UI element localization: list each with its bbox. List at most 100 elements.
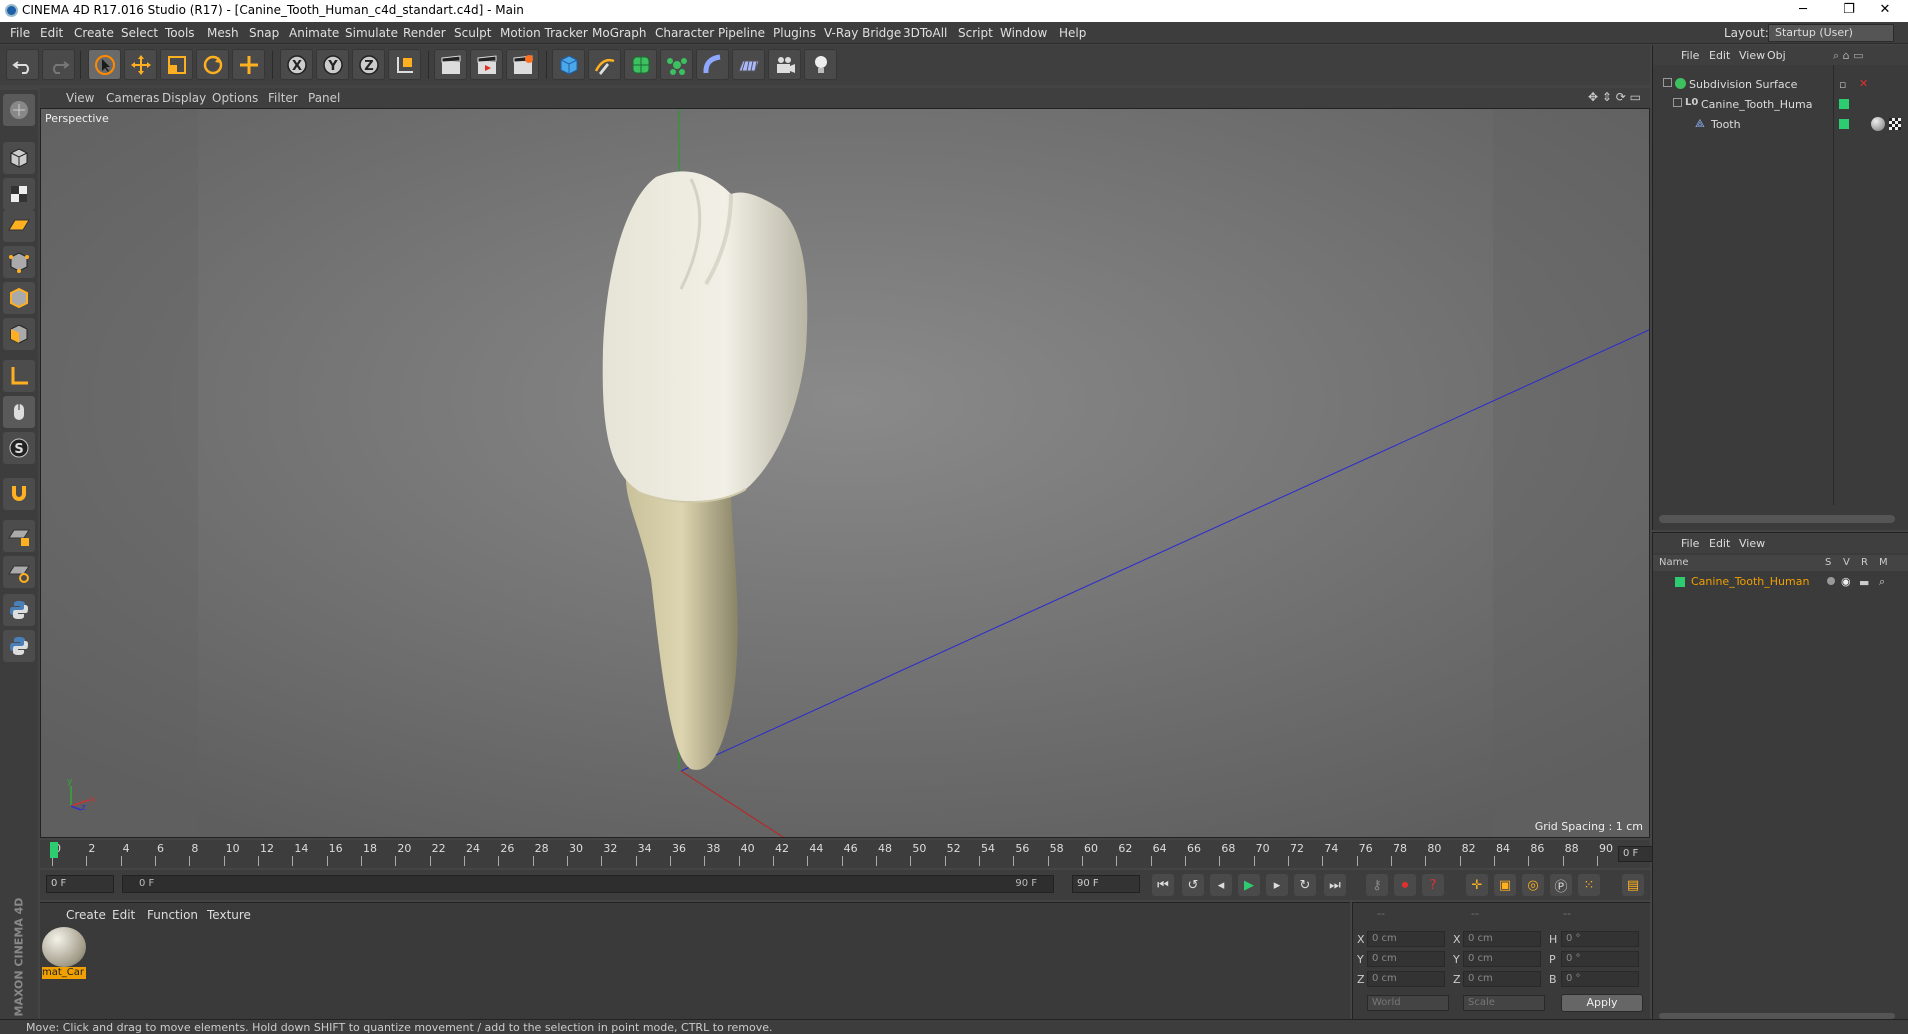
- object-row-subdivision-surface[interactable]: Subdivision Surface ▫ ✕: [1653, 75, 1908, 95]
- model-mode-button[interactable]: [3, 142, 35, 174]
- floor-button[interactable]: [732, 49, 765, 80]
- texture-mode-button[interactable]: [3, 178, 35, 210]
- menu-help[interactable]: Help: [1059, 26, 1086, 40]
- record-keys-button[interactable]: ⚷: [1366, 874, 1388, 896]
- object-menu-view[interactable]: View: [1739, 49, 1765, 62]
- next-key-button[interactable]: ↻: [1294, 874, 1316, 896]
- timeline-ruler[interactable]: 0246810121416182022242628303234363840424…: [40, 840, 1688, 868]
- axis-mode-button[interactable]: [3, 360, 35, 392]
- menu-3dtoall[interactable]: 3DToAll: [903, 26, 947, 40]
- menu-animate[interactable]: Animate: [289, 26, 339, 40]
- key-scale-button[interactable]: ▣: [1494, 874, 1516, 896]
- z-axis-lock-button[interactable]: Z: [352, 49, 385, 80]
- render-view-button[interactable]: [434, 49, 467, 80]
- coordinate-mode-select[interactable]: World: [1367, 995, 1449, 1011]
- object-menu-edit[interactable]: Edit: [1709, 49, 1730, 62]
- layer-menu-view[interactable]: View: [1739, 537, 1765, 550]
- menu-pipeline[interactable]: Pipeline: [718, 26, 765, 40]
- timeline-playhead[interactable]: [50, 842, 58, 858]
- transform-tool-button[interactable]: [232, 49, 265, 80]
- menu-plugins[interactable]: Plugins: [773, 26, 816, 40]
- snap-button[interactable]: S: [3, 432, 35, 464]
- layout-select[interactable]: Startup (User): [1768, 24, 1894, 42]
- key-position-button[interactable]: ✛: [1466, 874, 1488, 896]
- menu-vray-bridge[interactable]: V-Ray Bridge: [824, 26, 901, 40]
- material-swatch[interactable]: mat_Car: [42, 927, 86, 979]
- tweak-mode-button[interactable]: [3, 396, 35, 428]
- prev-frame-button[interactable]: ◂: [1210, 874, 1232, 896]
- material-menu-function[interactable]: Function: [147, 908, 198, 922]
- x-axis-lock-button[interactable]: X: [280, 49, 313, 80]
- menu-edit[interactable]: Edit: [40, 26, 63, 40]
- size-y-field[interactable]: 0 cm: [1463, 951, 1541, 967]
- menu-file[interactable]: File: [10, 26, 30, 40]
- viewport-menu-panel[interactable]: Panel: [308, 91, 340, 105]
- make-editable-button[interactable]: [3, 94, 35, 126]
- goto-start-button[interactable]: ⏮: [1152, 874, 1174, 896]
- render-picture-viewer-button[interactable]: [470, 49, 503, 80]
- subdivision-surface-button[interactable]: [624, 49, 657, 80]
- spline-pen-button[interactable]: [588, 49, 621, 80]
- apply-button[interactable]: Apply: [1561, 994, 1643, 1012]
- menu-motion-tracker[interactable]: Motion Tracker: [500, 26, 588, 40]
- minimize-button[interactable]: ─: [1780, 0, 1826, 22]
- viewport-menu-filter[interactable]: Filter: [268, 91, 298, 105]
- position-x-field[interactable]: 0 cm: [1367, 931, 1445, 947]
- material-menu-edit[interactable]: Edit: [112, 908, 135, 922]
- edges-mode-button[interactable]: [3, 282, 35, 314]
- close-button[interactable]: ✕: [1862, 0, 1908, 22]
- object-row-canine-tooth[interactable]: L0 Canine_Tooth_Huma: [1653, 95, 1908, 115]
- layer-manager-icon[interactable]: ⌕: [1879, 575, 1885, 589]
- scale-tool-button[interactable]: [160, 49, 193, 80]
- layer-row[interactable]: Canine_Tooth_Human ◉ ▬ ⌕: [1653, 573, 1908, 591]
- lock-workplane-button[interactable]: [3, 520, 35, 552]
- points-mode-button[interactable]: [3, 246, 35, 278]
- next-frame-button[interactable]: ▸: [1266, 874, 1288, 896]
- rotate-tool-button[interactable]: [196, 49, 229, 80]
- layer-color-swatch[interactable]: [1839, 119, 1849, 129]
- rotation-b-field[interactable]: 0 °: [1561, 971, 1639, 987]
- transform-mode-select[interactable]: Scale: [1463, 995, 1545, 1011]
- menu-select[interactable]: Select: [121, 26, 158, 40]
- undo-button[interactable]: [6, 49, 39, 80]
- rotation-p-field[interactable]: 0 °: [1561, 951, 1639, 967]
- texture-tag-icon[interactable]: [1889, 118, 1901, 130]
- camera-button[interactable]: [768, 49, 801, 80]
- size-z-field[interactable]: 0 cm: [1463, 971, 1541, 987]
- layer-menu-file[interactable]: File: [1681, 537, 1699, 550]
- layer-render-icon[interactable]: ▬: [1859, 576, 1869, 589]
- frame-range-slider[interactable]: 0 F 90 F: [122, 875, 1054, 893]
- move-tool-button[interactable]: [124, 49, 157, 80]
- material-menu-texture[interactable]: Texture: [207, 908, 251, 922]
- expand-toggle-icon[interactable]: [1663, 78, 1672, 87]
- magnet-button[interactable]: [3, 478, 35, 510]
- goto-end-button[interactable]: ⏭: [1324, 874, 1346, 896]
- live-selection-button[interactable]: [88, 49, 121, 80]
- planar-workplane-button[interactable]: [3, 556, 35, 588]
- y-axis-lock-button[interactable]: Y: [316, 49, 349, 80]
- start-frame-field[interactable]: 0 F: [46, 875, 114, 893]
- object-disabled-x-icon[interactable]: ✕: [1859, 77, 1868, 90]
- viewport-menu-display[interactable]: Display: [162, 91, 206, 105]
- key-pla-button[interactable]: ⁙: [1578, 874, 1600, 896]
- menu-snap[interactable]: Snap: [249, 26, 279, 40]
- viewport-menu-view[interactable]: View: [66, 91, 94, 105]
- rotation-h-field[interactable]: 0 °: [1561, 931, 1639, 947]
- deformer-button[interactable]: [696, 49, 729, 80]
- object-manager-scrollbar[interactable]: [1659, 515, 1895, 523]
- python-script-button-2[interactable]: [3, 630, 35, 662]
- prev-key-button[interactable]: ↺: [1182, 874, 1204, 896]
- menu-mesh[interactable]: Mesh: [207, 26, 239, 40]
- play-button[interactable]: ▶: [1238, 874, 1260, 896]
- keyframe-selection-button[interactable]: ?: [1422, 874, 1444, 896]
- layer-color-swatch[interactable]: [1839, 99, 1849, 109]
- menu-render[interactable]: Render: [403, 26, 446, 40]
- menu-script[interactable]: Script: [958, 26, 993, 40]
- menu-simulate[interactable]: Simulate: [345, 26, 398, 40]
- python-script-button-1[interactable]: [3, 594, 35, 626]
- render-settings-button[interactable]: [506, 49, 539, 80]
- menu-tools[interactable]: Tools: [165, 26, 195, 40]
- menu-create[interactable]: Create: [74, 26, 114, 40]
- menu-character[interactable]: Character: [655, 26, 714, 40]
- viewport-menu-options[interactable]: Options: [212, 91, 258, 105]
